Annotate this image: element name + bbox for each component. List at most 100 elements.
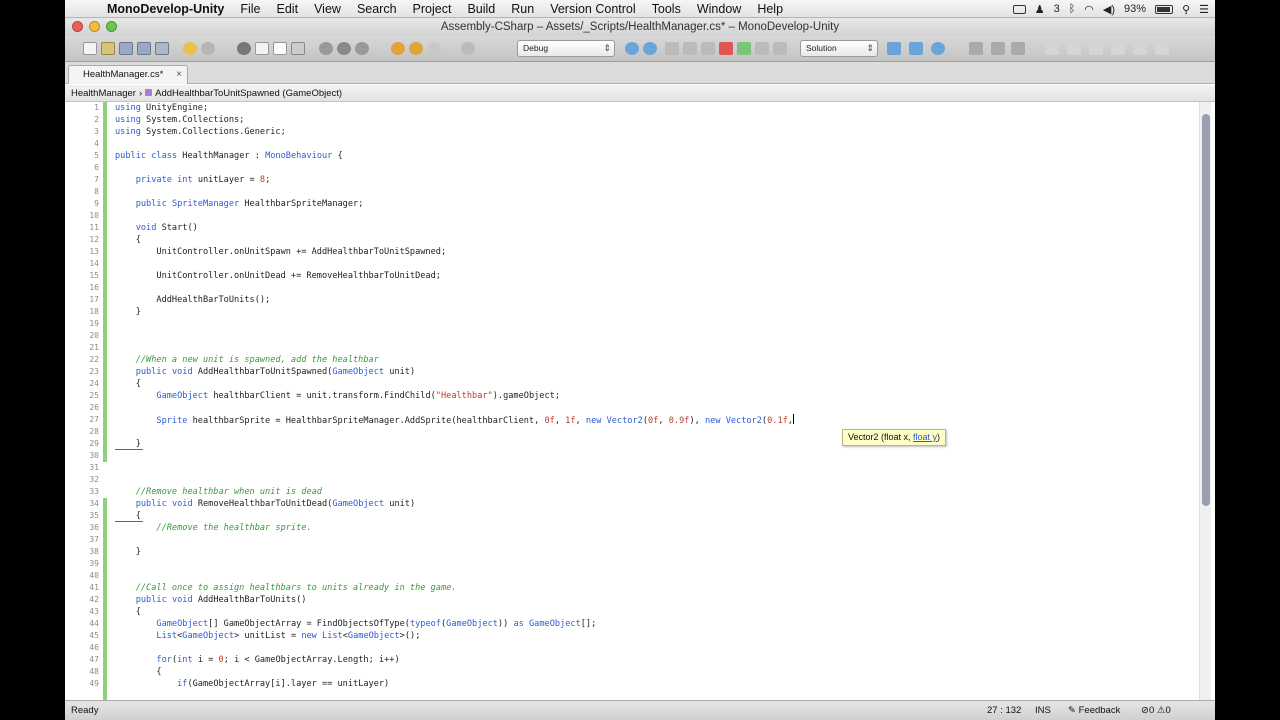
- code-editor[interactable]: 1 using UnityEngine; 2 using System.Collect…: [65, 102, 1215, 700]
- layout-2-icon[interactable]: [1067, 42, 1081, 55]
- code-line[interactable]: 23 public void AddHealthbarToUnitSpawned…: [65, 366, 1215, 378]
- breadcrumb-class[interactable]: HealthManager: [71, 88, 136, 99]
- code-line[interactable]: 15 UnitController.onUnitDead += RemoveHe…: [65, 270, 1215, 282]
- list-icon[interactable]: ☰: [1199, 3, 1209, 16]
- code-line[interactable]: 7 private int unitLayer = 8;: [65, 174, 1215, 186]
- configuration-select[interactable]: Debug: [517, 40, 615, 57]
- error-warning-indicator[interactable]: ⊘0 ⚠0: [1141, 701, 1171, 720]
- step-out-icon[interactable]: [701, 42, 715, 55]
- code-line[interactable]: 28: [65, 426, 1215, 438]
- stop-icon[interactable]: [461, 42, 475, 55]
- step-into-icon[interactable]: [683, 42, 697, 55]
- save-icon[interactable]: [119, 42, 133, 55]
- solution-select[interactable]: Solution: [800, 40, 878, 57]
- debug-play-icon[interactable]: [737, 42, 751, 55]
- code-line[interactable]: 20: [65, 330, 1215, 342]
- code-line[interactable]: 42 public void AddHealthBarToUnits(): [65, 594, 1215, 606]
- rebuild-icon[interactable]: [409, 42, 423, 55]
- menu-build[interactable]: Build: [459, 2, 503, 16]
- code-line[interactable]: 48 {: [65, 666, 1215, 678]
- code-line[interactable]: 24 {: [65, 378, 1215, 390]
- paste-icon[interactable]: [273, 42, 287, 55]
- code-line[interactable]: 46: [65, 642, 1215, 654]
- code-line[interactable]: 21: [65, 342, 1215, 354]
- code-line[interactable]: 25 GameObject healthbarClient = unit.tra…: [65, 390, 1215, 402]
- code-line[interactable]: 8: [65, 186, 1215, 198]
- code-line[interactable]: 44 GameObject[] GameObjectArray = FindOb…: [65, 618, 1215, 630]
- code-line[interactable]: 43 {: [65, 606, 1215, 618]
- breadcrumb-method[interactable]: AddHealthbarToUnitSpawned (GameObject): [155, 88, 342, 99]
- code-line[interactable]: 18 }: [65, 306, 1215, 318]
- clean-icon[interactable]: [427, 42, 441, 55]
- menu-tools[interactable]: Tools: [644, 2, 689, 16]
- users-icon[interactable]: ♟: [1035, 3, 1045, 16]
- code-line[interactable]: 22 //When a new unit is spawned, add the…: [65, 354, 1215, 366]
- options-icon[interactable]: [931, 42, 945, 55]
- chevron-down-icon[interactable]: [1011, 42, 1025, 55]
- menu-file[interactable]: File: [232, 2, 268, 16]
- save-all-icon[interactable]: [137, 42, 151, 55]
- find-icon[interactable]: [319, 42, 333, 55]
- minimize-window-icon[interactable]: [89, 21, 100, 32]
- find-replace-icon[interactable]: [337, 42, 351, 55]
- nav-forward-icon[interactable]: [991, 42, 1005, 55]
- volume-icon[interactable]: ◀): [1103, 3, 1115, 16]
- battery-percent[interactable]: 93%: [1124, 3, 1146, 15]
- code-line[interactable]: 38 }: [65, 546, 1215, 558]
- step-over-icon[interactable]: [665, 42, 679, 55]
- nav-back-icon[interactable]: [969, 42, 983, 55]
- layout-6-icon[interactable]: [1155, 42, 1169, 55]
- vertical-scrollbar[interactable]: [1199, 102, 1211, 700]
- code-line[interactable]: 10: [65, 210, 1215, 222]
- cut-icon[interactable]: [237, 42, 251, 55]
- battery-icon[interactable]: [1155, 4, 1174, 14]
- code-line[interactable]: 32: [65, 474, 1215, 486]
- undo-icon[interactable]: [183, 42, 197, 55]
- attach-debugger-icon[interactable]: [643, 42, 657, 55]
- status-counter[interactable]: 3: [1054, 3, 1060, 15]
- code-line[interactable]: 17 AddHealthBarToUnits();: [65, 294, 1215, 306]
- code-line[interactable]: 49 if(GameObjectArray[i].layer == unitLa…: [65, 678, 1215, 690]
- code-line[interactable]: 33 //Remove healthbar when unit is dead: [65, 486, 1215, 498]
- menu-help[interactable]: Help: [749, 2, 791, 16]
- code-line[interactable]: 12 {: [65, 234, 1215, 246]
- tab-healthmanager[interactable]: HealthManager.cs* ×: [68, 65, 188, 84]
- code-line[interactable]: 29 }: [65, 438, 1215, 450]
- menu-window[interactable]: Window: [689, 2, 749, 16]
- debug-stop-icon[interactable]: [773, 42, 787, 55]
- screen-record-icon[interactable]: [1012, 4, 1026, 14]
- code-line[interactable]: 40: [65, 570, 1215, 582]
- close-file-icon[interactable]: [155, 42, 169, 55]
- bluetooth-icon[interactable]: ᛒ: [1069, 3, 1076, 15]
- code-line[interactable]: 1 using UnityEngine;: [65, 102, 1215, 114]
- layout-5-icon[interactable]: [1133, 42, 1147, 55]
- remove-icon[interactable]: [909, 42, 923, 55]
- build-icon[interactable]: [391, 42, 405, 55]
- code-line[interactable]: 35 {: [65, 510, 1215, 522]
- code-line[interactable]: 36 //Remove the healthbar sprite.: [65, 522, 1215, 534]
- redo-icon[interactable]: [201, 42, 215, 55]
- wifi-icon[interactable]: ◠: [1084, 3, 1094, 16]
- code-line[interactable]: 14: [65, 258, 1215, 270]
- code-line[interactable]: 5 public class HealthManager : MonoBehavi…: [65, 150, 1215, 162]
- close-tab-icon[interactable]: ×: [176, 66, 182, 84]
- debug-pause-icon[interactable]: [755, 42, 769, 55]
- layout-1-icon[interactable]: [1045, 42, 1059, 55]
- code-line[interactable]: 30: [65, 450, 1215, 462]
- add-icon[interactable]: [887, 42, 901, 55]
- menu-view[interactable]: View: [306, 2, 349, 16]
- code-line[interactable]: 39: [65, 558, 1215, 570]
- find-in-files-icon[interactable]: [355, 42, 369, 55]
- copy-icon[interactable]: [255, 42, 269, 55]
- code-line[interactable]: 47 for(int i = 0; i < GameObjectArray.Le…: [65, 654, 1215, 666]
- scrollbar-thumb[interactable]: [1202, 114, 1210, 506]
- code-line[interactable]: 26: [65, 402, 1215, 414]
- breakpoint-icon[interactable]: [719, 42, 733, 55]
- debug-run-icon[interactable]: [625, 42, 639, 55]
- code-line[interactable]: 2 using System.Collections;: [65, 114, 1215, 126]
- open-folder-icon[interactable]: [101, 42, 115, 55]
- menu-search[interactable]: Search: [349, 2, 405, 16]
- zoom-window-icon[interactable]: [106, 21, 117, 32]
- code-line[interactable]: 3 using System.Collections.Generic;: [65, 126, 1215, 138]
- code-line[interactable]: 31: [65, 462, 1215, 474]
